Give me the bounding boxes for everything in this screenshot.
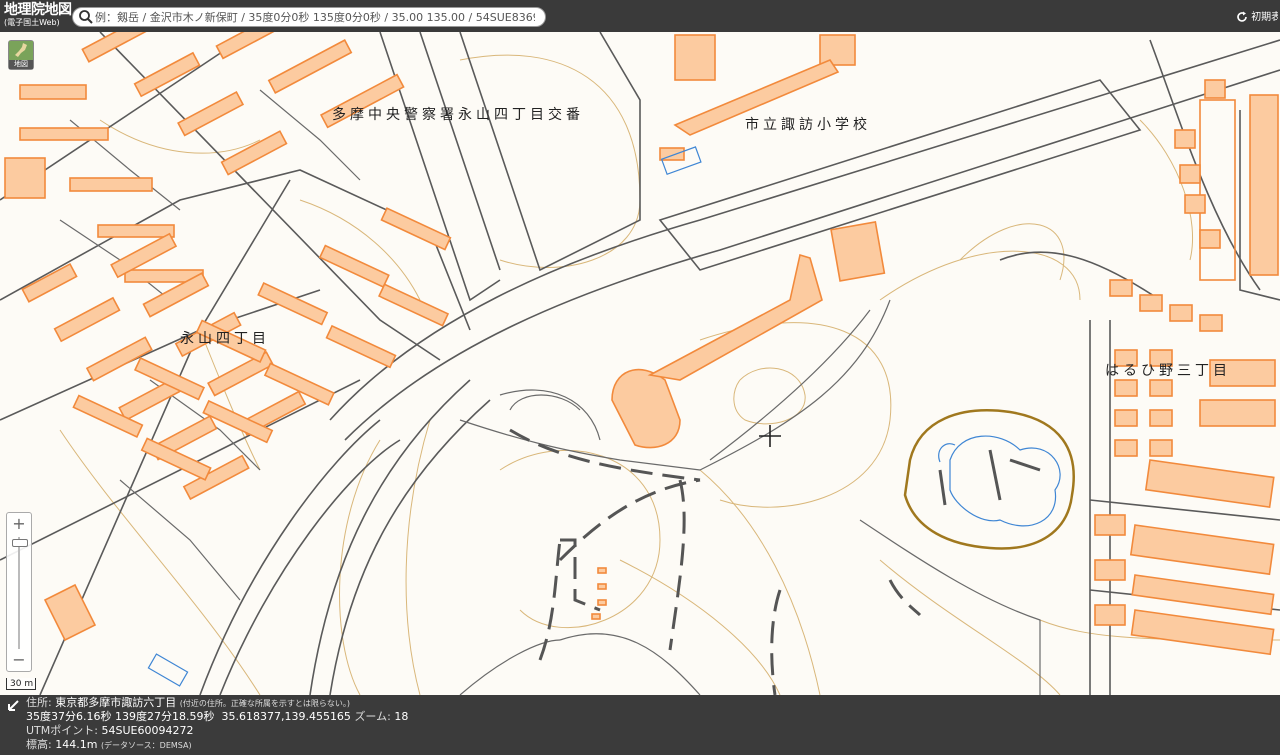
scale-bar: 30 m	[6, 678, 36, 690]
center-crosshair	[759, 425, 781, 447]
elevation-source: (データソース：DEMSA)	[100, 741, 192, 750]
zoom-control: + −	[6, 512, 32, 672]
map-label-school: 市立諏訪小学校	[745, 117, 871, 133]
utm-label: UTMポイント:	[26, 724, 98, 737]
search-box[interactable]	[72, 7, 546, 27]
address-note: (付近の住所。正確な所属を示すとは限らない。)	[179, 699, 350, 708]
zoom-level-value: 18	[394, 710, 409, 723]
elevation-row: 標高: 144.1m (データソース：DEMSA)	[26, 738, 192, 753]
utm-value: 54SUE60094272	[101, 724, 194, 737]
map-canvas[interactable]	[0, 32, 1280, 695]
map-label-nagayama: 永山四丁目	[180, 331, 270, 347]
coordinates-row: 35度37分6.16秒 139度27分18.59秒 35.618377,139.…	[26, 710, 408, 724]
elevation-value: 144.1m	[55, 738, 98, 751]
map-label-police-box: 多摩中央警察署永山四丁目交番	[332, 107, 584, 123]
dms-coordinates: 35度37分6.16秒 139度27分18.59秒	[26, 710, 215, 723]
site-logo[interactable]: 地理院地図 (電子国土Web)	[4, 2, 72, 30]
address-label: 住所:	[26, 696, 52, 709]
top-bar: 地理院地図 (電子国土Web) 初期表示	[0, 0, 1280, 32]
layer-button-label: 地図	[9, 60, 33, 69]
zoom-level-label: ズーム:	[354, 710, 391, 723]
decimal-coordinates: 35.618377,139.455165	[221, 710, 351, 723]
utm-row: UTMポイント: 54SUE60094272	[26, 724, 193, 738]
map-label-haruhino: はるひ野三丁目	[1105, 363, 1231, 379]
search-icon[interactable]	[78, 9, 94, 25]
logo-subtitle: (電子国土Web)	[4, 18, 60, 27]
zoom-slider-handle[interactable]	[12, 539, 28, 547]
reset-view-label: 初期表示	[1251, 12, 1278, 23]
layer-button[interactable]: 地図	[8, 40, 34, 70]
japan-map-icon	[9, 41, 33, 61]
zoom-slider-track[interactable]	[18, 537, 20, 649]
refresh-icon	[1237, 11, 1247, 22]
address-value: 東京都多摩市諏訪六丁目	[55, 696, 177, 709]
logo-title: 地理院地図	[4, 2, 72, 18]
zoom-out-button[interactable]: −	[7, 651, 31, 669]
info-panel: 住所: 東京都多摩市諏訪六丁目 (付近の住所。正確な所属を示すとは限らない。) …	[0, 695, 1280, 755]
elevation-label: 標高:	[26, 738, 52, 751]
zoom-in-button[interactable]: +	[7, 515, 31, 533]
reset-view-button[interactable]: 初期表示	[1236, 8, 1278, 26]
collapse-arrow-icon[interactable]	[6, 699, 20, 713]
map-view[interactable]: 多摩中央警察署永山四丁目交番 市立諏訪小学校 永山四丁目 はるひ野三丁目	[0, 32, 1280, 695]
address-row: 住所: 東京都多摩市諏訪六丁目 (付近の住所。正確な所属を示すとは限らない。)	[26, 696, 350, 711]
search-input[interactable]	[95, 9, 535, 25]
